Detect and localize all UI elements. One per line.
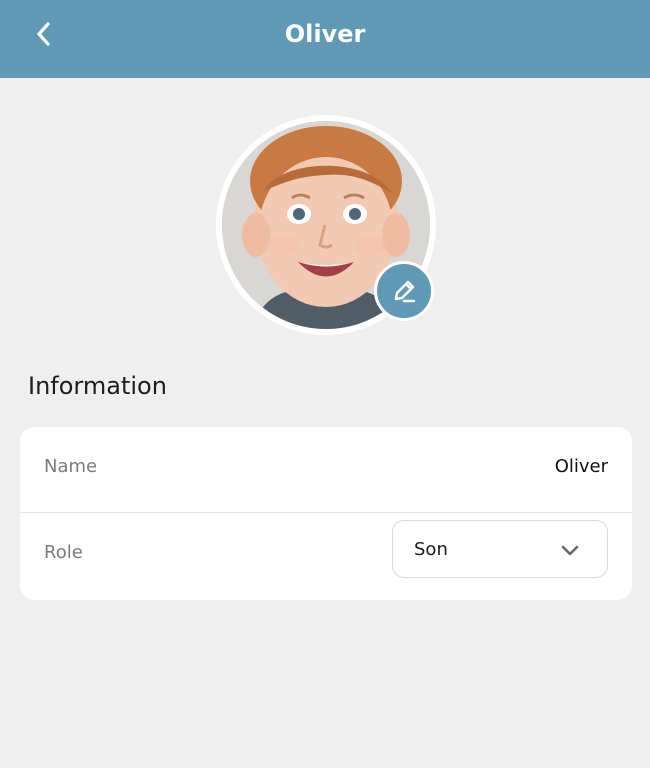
role-dropdown[interactable]: Son	[392, 520, 608, 578]
role-row: Role Son	[20, 513, 632, 599]
page-title: Oliver	[284, 20, 366, 48]
name-label: Name	[44, 456, 98, 477]
role-label: Role	[44, 542, 83, 563]
avatar-container	[216, 115, 436, 335]
edit-avatar-button[interactable]	[374, 261, 434, 321]
information-card: Name Oliver Role Son	[20, 427, 632, 600]
role-dropdown-value: Son	[414, 539, 448, 560]
top-bar: Oliver	[0, 0, 650, 78]
information-title: Information	[28, 372, 167, 400]
chevron-down-icon	[561, 545, 579, 556]
pencil-icon	[394, 280, 416, 303]
name-value: Oliver	[554, 456, 608, 477]
name-row: Name Oliver	[20, 427, 632, 513]
